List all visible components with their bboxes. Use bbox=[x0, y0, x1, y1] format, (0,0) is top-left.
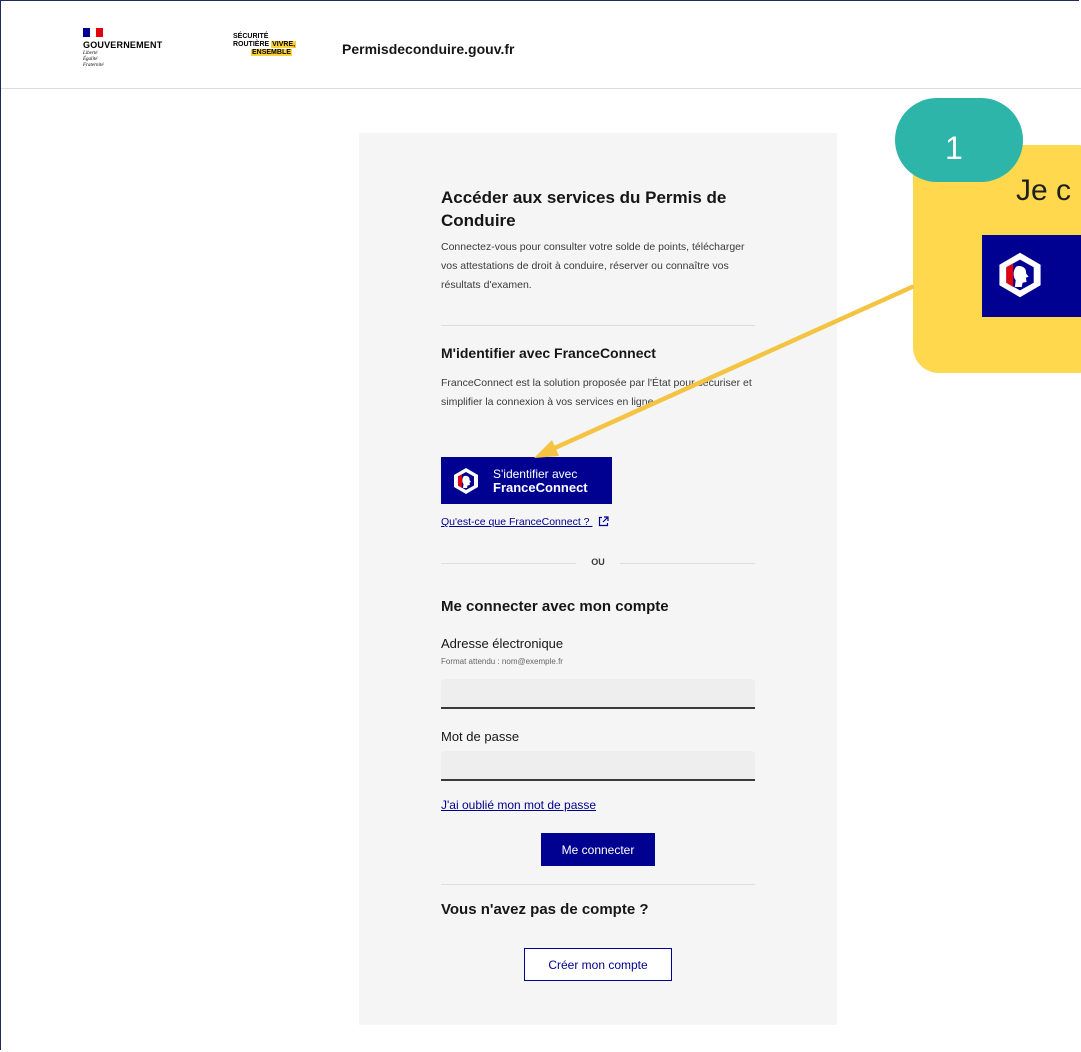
or-separator: OU bbox=[441, 556, 755, 570]
email-input[interactable] bbox=[441, 679, 755, 709]
franceconnect-help-link[interactable]: Qu'est-ce que FranceConnect ? bbox=[441, 516, 610, 528]
separator-line-right bbox=[620, 563, 755, 564]
site-name-link[interactable]: Permisdeconduire.gouv.fr bbox=[342, 41, 514, 57]
intro-text: Connectez-vous pour consulter votre sold… bbox=[441, 241, 745, 291]
gouvernement-logo[interactable]: GOUVERNEMENT Liberté Égalité Fraternité bbox=[83, 28, 203, 78]
franceconnect-button-line1: S'identifier avec bbox=[493, 466, 578, 481]
franceconnect-logo-icon bbox=[999, 252, 1041, 298]
securite-routiere-logo: SÉCURITÉ ROUTIÈRE VIVRE, ENSEMBLE bbox=[233, 33, 297, 57]
sr-line2: ROUTIÈRE bbox=[233, 41, 270, 48]
sr-line1: SÉCURITÉ bbox=[233, 33, 269, 40]
page-title: Accéder aux services du Permis de Condui… bbox=[441, 188, 727, 230]
signup-title: Vous n'avez pas de compte ? bbox=[441, 901, 649, 918]
login-card: Accéder aux services du Permis de Condui… bbox=[359, 133, 837, 1025]
franceconnect-title: M'identifier avec FranceConnect bbox=[441, 345, 656, 361]
email-label: Adresse électronique bbox=[441, 636, 564, 651]
forgot-password-link[interactable]: J'ai oublié mon mot de passe bbox=[441, 798, 596, 812]
account-title: Me connecter avec mon compte bbox=[441, 598, 669, 615]
divider bbox=[441, 325, 755, 326]
callout-text: Je c bbox=[1016, 174, 1072, 207]
login-button[interactable]: Me connecter bbox=[541, 833, 655, 866]
create-account-button[interactable]: Créer mon compte bbox=[524, 948, 672, 981]
motto-fraternite: Fraternité bbox=[83, 63, 104, 68]
franceconnect-help-label: Qu'est-ce que FranceConnect ? bbox=[441, 516, 590, 528]
franceconnect-description: FranceConnect est la solution proposée p… bbox=[441, 377, 752, 408]
flag-icon bbox=[83, 28, 104, 37]
callout-franceconnect-badge bbox=[982, 235, 1081, 317]
divider bbox=[441, 884, 755, 885]
external-link-icon bbox=[599, 516, 610, 527]
gov-name: GOUVERNEMENT bbox=[83, 40, 163, 50]
sr-highlight1: VIVRE, bbox=[271, 41, 297, 48]
franceconnect-button-line2: FranceConnect bbox=[493, 479, 588, 495]
step-number: 1 bbox=[945, 130, 963, 166]
site-header: GOUVERNEMENT Liberté Égalité Fraternité … bbox=[1, 1, 1081, 89]
or-label: OU bbox=[591, 557, 605, 567]
password-label: Mot de passe bbox=[441, 729, 520, 744]
sr-highlight2: ENSEMBLE bbox=[251, 49, 292, 56]
franceconnect-logo-icon bbox=[454, 467, 478, 494]
password-input[interactable] bbox=[441, 751, 755, 781]
franceconnect-button[interactable]: S'identifier avec FranceConnect bbox=[441, 457, 612, 504]
email-hint: Format attendu : nom@exemple.fr bbox=[441, 657, 563, 666]
